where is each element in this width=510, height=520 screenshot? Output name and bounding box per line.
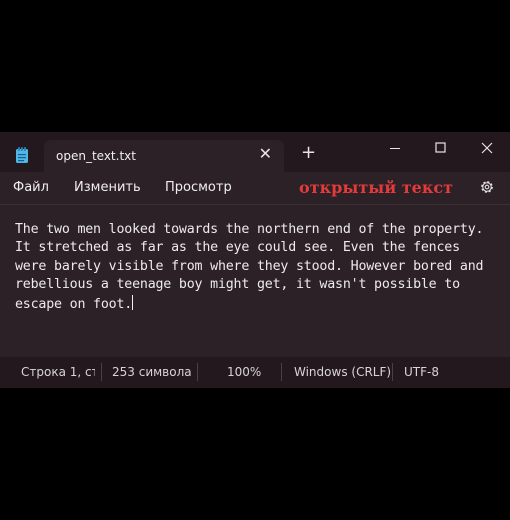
status-separator <box>101 363 102 381</box>
close-icon[interactable] <box>464 136 510 160</box>
notepad-window: open_text.txt ✕ + Файл Изменить Просмотр… <box>0 132 510 388</box>
tab-title: open_text.txt <box>56 149 136 163</box>
notepad-app-icon <box>15 147 29 164</box>
new-tab-button[interactable]: + <box>301 144 316 162</box>
gear-icon[interactable] <box>479 179 495 199</box>
status-bar: Строка 1, стол 253 символа 100% Windows … <box>0 357 510 388</box>
text-caret <box>132 294 134 310</box>
tab-open-text[interactable]: open_text.txt ✕ <box>44 140 284 172</box>
status-char-count: 253 символа <box>112 365 192 379</box>
minimize-icon[interactable] <box>372 136 418 160</box>
status-encoding[interactable]: UTF-8 <box>404 365 439 379</box>
menu-view[interactable]: Просмотр <box>165 180 232 195</box>
status-zoom[interactable]: 100% <box>227 365 261 379</box>
tab-close-icon[interactable]: ✕ <box>259 146 272 162</box>
status-separator <box>281 363 282 381</box>
status-separator <box>392 363 393 381</box>
status-cursor-position: Строка 1, стол <box>21 365 95 379</box>
menu-edit[interactable]: Изменить <box>74 180 141 195</box>
maximize-icon[interactable] <box>418 136 464 160</box>
status-line-endings[interactable]: Windows (CRLF) <box>294 365 391 379</box>
document-label: открытый текст <box>299 178 454 197</box>
text-editor[interactable]: The two men looked towards the northern … <box>0 205 510 357</box>
menu-file[interactable]: Файл <box>13 180 49 195</box>
title-bar: open_text.txt ✕ + <box>0 132 510 172</box>
status-separator <box>197 363 198 381</box>
editor-text[interactable]: The two men looked towards the northern … <box>15 222 484 312</box>
